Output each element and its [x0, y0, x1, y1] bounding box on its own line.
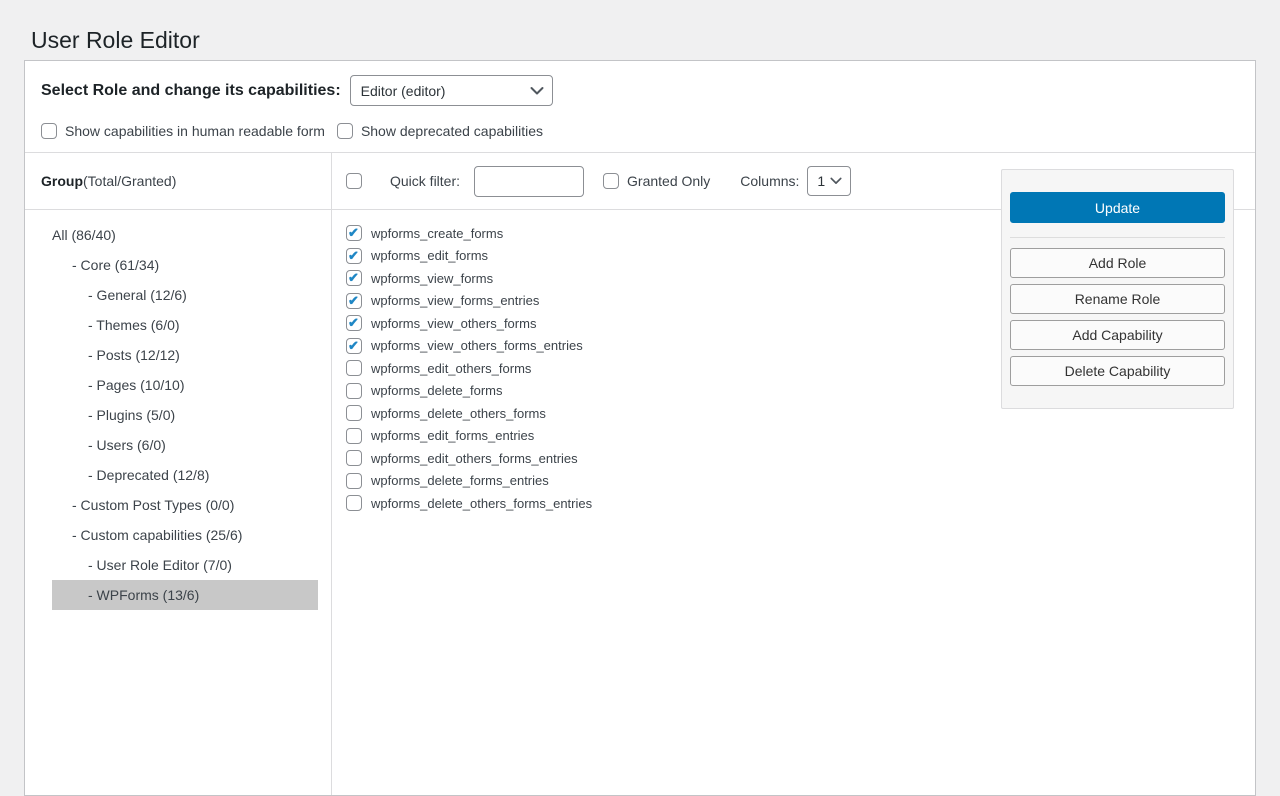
columns-area: Group (Total/Granted) All (86/40)- Core … [25, 153, 1255, 795]
capability-row: wpforms_edit_others_forms_entries [346, 447, 1255, 470]
capability-name: wpforms_view_others_forms_entries [371, 338, 583, 353]
groups-column: Group (Total/Granted) All (86/40)- Core … [25, 153, 332, 795]
capability-name: wpforms_create_forms [371, 226, 503, 241]
deprecated-checkbox[interactable] [337, 123, 353, 139]
human-readable-checkbox[interactable] [41, 123, 57, 139]
group-tree-item[interactable]: - Themes (6/0) [52, 310, 318, 340]
capability-name: wpforms_edit_forms [371, 248, 488, 263]
role-select[interactable]: Editor (editor) [350, 75, 553, 106]
group-tree: All (86/40)- Core (61/34)- General (12/6… [52, 220, 318, 610]
granted-only-label: Granted Only [627, 173, 710, 189]
group-tree-item[interactable]: - Custom Post Types (0/0) [52, 490, 318, 520]
group-tree-item[interactable]: - Custom capabilities (25/6) [52, 520, 318, 550]
capability-checkbox[interactable] [346, 270, 362, 286]
granted-only-checkbox[interactable] [603, 173, 619, 189]
capability-name: wpforms_delete_forms_entries [371, 473, 549, 488]
capability-checkbox[interactable] [346, 428, 362, 444]
group-tree-item[interactable]: - User Role Editor (7/0) [52, 550, 318, 580]
capability-checkbox[interactable] [346, 473, 362, 489]
actions-panel: Update Add Role Rename Role Add Capabili… [1001, 169, 1234, 409]
capability-checkbox[interactable] [346, 405, 362, 421]
role-select-wrap: Editor (editor) [350, 75, 553, 106]
quick-filter-input[interactable] [474, 166, 584, 197]
capability-name: wpforms_delete_others_forms [371, 406, 546, 421]
capability-checkbox[interactable] [346, 293, 362, 309]
actions-divider [1010, 237, 1225, 238]
group-tree-item[interactable]: - Core (61/34) [52, 250, 318, 280]
columns-select[interactable]: 1 [807, 166, 851, 196]
capability-checkbox[interactable] [346, 248, 362, 264]
capability-row: wpforms_delete_others_forms_entries [346, 492, 1255, 515]
select-all-checkbox[interactable] [346, 173, 362, 189]
quick-filter-label: Quick filter: [390, 173, 460, 189]
capability-name: wpforms_edit_others_forms_entries [371, 451, 578, 466]
group-tree-item[interactable]: - Plugins (5/0) [52, 400, 318, 430]
delete-capability-button[interactable]: Delete Capability [1010, 356, 1225, 386]
group-tree-item[interactable]: - Posts (12/12) [52, 340, 318, 370]
add-role-button[interactable]: Add Role [1010, 248, 1225, 278]
group-tree-item[interactable]: - WPForms (13/6) [52, 580, 318, 610]
group-tree-item[interactable]: All (86/40) [52, 220, 318, 250]
capability-name: wpforms_edit_forms_entries [371, 428, 534, 443]
capability-name: wpforms_delete_others_forms_entries [371, 496, 592, 511]
main-panel: Select Role and change its capabilities:… [24, 60, 1256, 796]
update-button[interactable]: Update [1010, 192, 1225, 223]
top-section: Select Role and change its capabilities:… [25, 61, 1255, 153]
select-role-label: Select Role and change its capabilities: [41, 82, 341, 100]
capability-checkbox[interactable] [346, 338, 362, 354]
group-tree-item[interactable]: - Pages (10/10) [52, 370, 318, 400]
add-capability-button[interactable]: Add Capability [1010, 320, 1225, 350]
group-header: Group (Total/Granted) [25, 153, 331, 210]
capability-checkbox[interactable] [346, 495, 362, 511]
capability-checkbox[interactable] [346, 450, 362, 466]
capability-name: wpforms_delete_forms [371, 383, 503, 398]
capability-row: wpforms_edit_forms_entries [346, 425, 1255, 448]
page-title: User Role Editor [31, 26, 200, 56]
capability-checkbox[interactable] [346, 383, 362, 399]
rename-role-button[interactable]: Rename Role [1010, 284, 1225, 314]
columns-label: Columns: [740, 173, 799, 189]
group-tree-item[interactable]: - Users (6/0) [52, 430, 318, 460]
capability-row: wpforms_delete_forms_entries [346, 470, 1255, 493]
group-tree-item[interactable]: - General (12/6) [52, 280, 318, 310]
human-readable-label: Show capabilities in human readable form [65, 123, 325, 139]
capability-checkbox[interactable] [346, 315, 362, 331]
capability-name: wpforms_view_forms [371, 271, 493, 286]
capability-name: wpforms_view_forms_entries [371, 293, 539, 308]
columns-select-wrap: 1 [807, 166, 851, 196]
capability-name: wpforms_edit_others_forms [371, 361, 531, 376]
group-header-title: Group [41, 173, 83, 189]
capability-name: wpforms_view_others_forms [371, 316, 536, 331]
capabilities-column: Quick filter: Granted Only Columns: 1 wp… [332, 153, 1255, 795]
capability-checkbox[interactable] [346, 225, 362, 241]
group-tree-item[interactable]: - Deprecated (12/8) [52, 460, 318, 490]
group-header-subtitle: (Total/Granted) [83, 173, 176, 189]
deprecated-label: Show deprecated capabilities [361, 123, 543, 139]
capability-checkbox[interactable] [346, 360, 362, 376]
